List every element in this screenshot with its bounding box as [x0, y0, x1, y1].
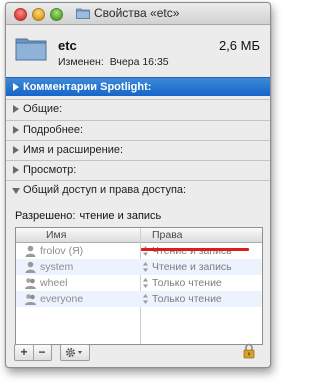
title-bar[interactable]: Свойства «etc» [6, 3, 270, 25]
section-sharing-permissions[interactable]: Общий доступ и права доступа: [6, 180, 270, 199]
minimize-button[interactable] [32, 8, 45, 21]
section-label: Комментарии Spotlight: [23, 81, 152, 93]
disclosure-triangle-icon[interactable] [13, 166, 19, 174]
disclosure-triangle-icon[interactable] [13, 126, 19, 134]
table-header: Имя Права [16, 228, 262, 243]
group-icon [25, 294, 36, 305]
annotation-underline [141, 248, 249, 251]
section-label: Общий доступ и права доступа: [23, 184, 187, 196]
table-row[interactable]: everyone Только чтение [16, 291, 262, 307]
modified-label: Изменен: [58, 56, 104, 68]
add-user-button[interactable]: + [15, 345, 34, 360]
table-row[interactable]: wheel Только чтение [16, 275, 262, 291]
close-button[interactable] [14, 8, 27, 21]
section-label: Просмотр: [23, 164, 77, 176]
section-preview[interactable]: Просмотр: [6, 160, 270, 179]
disclosure-triangle-open-icon[interactable] [12, 188, 20, 194]
section-general[interactable]: Общие: [6, 99, 270, 118]
zoom-button[interactable] [50, 8, 63, 21]
disclosure-triangle-icon[interactable] [13, 146, 19, 154]
access-label: Разрешено: [15, 210, 76, 222]
folder-icon [76, 8, 90, 19]
user-name: system [40, 261, 74, 273]
permissions-table: Имя Права frolov (Я) Чтение и запись sys… [15, 227, 263, 345]
gear-icon [65, 347, 82, 358]
privilege-value[interactable]: Чтение и запись [152, 245, 232, 257]
user-icon [25, 245, 36, 257]
section-name-extension[interactable]: Имя и расширение: [6, 140, 270, 159]
section-label: Подробнее: [23, 124, 84, 136]
disclosure-triangle-icon[interactable] [13, 105, 19, 113]
access-summary: Разрешено: чтение и запись [15, 210, 161, 222]
popup-arrows-icon[interactable] [143, 294, 148, 304]
file-header: etc 2,6 МБ Изменен: Вчера 16:35 [6, 25, 270, 69]
user-name: wheel [40, 277, 68, 289]
section-more-info[interactable]: Подробнее: [6, 120, 270, 139]
access-value: чтение и запись [79, 210, 162, 222]
column-header-name[interactable]: Имя [46, 229, 66, 241]
modified-row: Изменен: Вчера 16:35 [58, 56, 169, 68]
privilege-value[interactable]: Только чтение [152, 293, 222, 305]
group-icon [25, 278, 36, 289]
privilege-value[interactable]: Только чтение [152, 277, 222, 289]
folder-icon [15, 38, 47, 61]
disclosure-triangle-icon[interactable] [13, 83, 19, 91]
user-name: frolov (Я) [40, 245, 84, 257]
lock-icon[interactable] [243, 343, 255, 359]
column-header-privilege[interactable]: Права [152, 229, 183, 241]
table-row[interactable]: system Чтение и запись [16, 259, 262, 275]
section-label: Имя и расширение: [23, 144, 124, 156]
window-title: Свойства «etc» [94, 6, 180, 20]
user-icon [25, 261, 36, 273]
popup-arrows-icon[interactable] [143, 278, 148, 288]
action-menu-button[interactable] [60, 344, 90, 361]
popup-arrows-icon[interactable] [143, 262, 148, 272]
section-spotlight-comments[interactable]: Комментарии Spotlight: [6, 77, 270, 96]
remove-user-button[interactable]: − [33, 345, 51, 360]
privilege-value[interactable]: Чтение и запись [152, 261, 232, 273]
info-window: Свойства «etc» etc 2,6 МБ Изменен: Вчера … [5, 2, 271, 368]
modified-value: Вчера 16:35 [109, 56, 169, 68]
permissions-toolbar: + − [6, 342, 270, 366]
user-name: everyone [40, 293, 84, 305]
add-remove-buttons: + − [14, 344, 52, 361]
table-row[interactable]: frolov (Я) Чтение и запись [16, 243, 262, 259]
file-size: 2,6 МБ [218, 38, 260, 53]
file-name: etc [58, 38, 77, 53]
section-label: Общие: [23, 103, 63, 115]
